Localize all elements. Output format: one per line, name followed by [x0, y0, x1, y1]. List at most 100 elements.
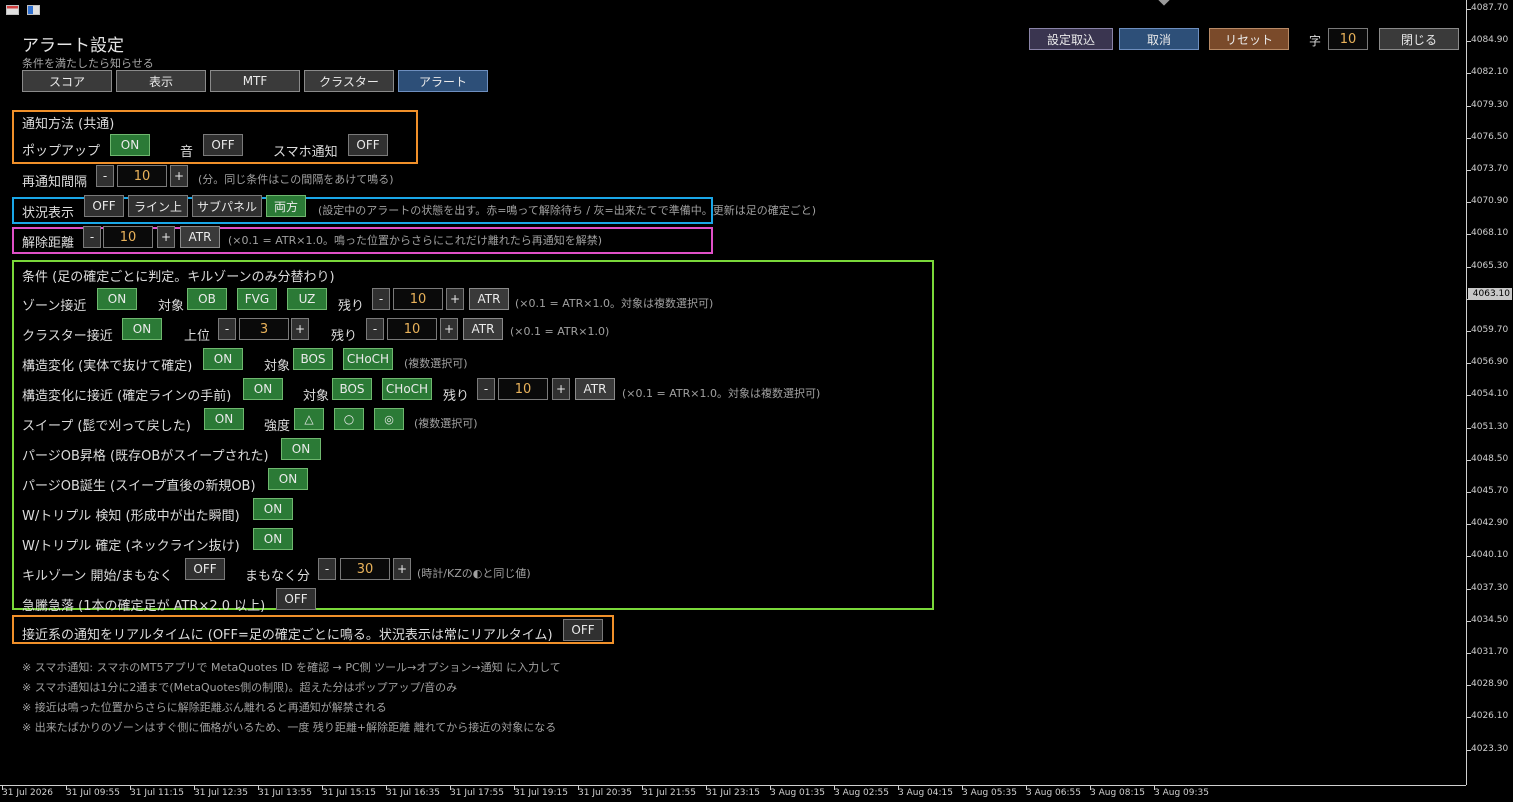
price-axis-label: 4054.10 [1471, 389, 1509, 400]
tab-display[interactable]: 表示 [116, 70, 206, 92]
time-axis-label: 31 Jul 21:55 [642, 788, 696, 798]
renotify-decrement-button[interactable]: - [96, 165, 114, 187]
notify-section-title: 通知方法 (共通) [22, 117, 115, 132]
cluster-top-decrement-button[interactable]: - [218, 318, 236, 340]
sound-toggle[interactable]: OFF [203, 134, 243, 156]
killzone-toggle[interactable]: OFF [185, 558, 225, 580]
structure-near-atr-button[interactable]: ATR [575, 378, 615, 400]
renotify-increment-button[interactable]: + [170, 165, 188, 187]
release-atr-button[interactable]: ATR [180, 226, 220, 248]
close-button[interactable]: 閉じる [1379, 28, 1459, 50]
structure-change-toggle[interactable]: ON [203, 348, 243, 370]
time-axis-label: 3 Aug 06:55 [1026, 788, 1081, 798]
killzone-soon-label: まもなく分 [245, 569, 311, 584]
popup-toggle[interactable]: ON [110, 134, 150, 156]
structure-near-input[interactable]: 10 [498, 378, 548, 400]
zone-remain-increment-button[interactable]: + [446, 288, 464, 310]
renotify-input[interactable]: 10 [117, 165, 167, 187]
sweep-strength-circle[interactable]: ○ [334, 408, 364, 430]
time-axis-label: 31 Jul 13:55 [258, 788, 312, 798]
conditions-section-frame [12, 260, 934, 610]
cancel-button[interactable]: 取消 [1119, 28, 1199, 50]
sweep-note: (複数選択可) [414, 417, 478, 430]
price-axis-label: 4045.70 [1471, 486, 1509, 496]
structure-near-decrement-button[interactable]: - [477, 378, 495, 400]
price-axis-label: 4073.70 [1471, 164, 1509, 174]
structure-near-toggle[interactable]: ON [243, 378, 283, 400]
w-triple-detect-toggle[interactable]: ON [253, 498, 293, 520]
killzone-label: キルゾーン 開始/まもなく [22, 569, 173, 584]
price-axis-label: 4048.50 [1471, 453, 1509, 464]
zone-remain-decrement-button[interactable]: - [372, 288, 390, 310]
cluster-atr-button[interactable]: ATR [463, 318, 503, 340]
price-axis[interactable]: 4087.70 4084.90 4082.10 4079.30 4076.50 4073.… [1466, 0, 1513, 785]
sweep-toggle[interactable]: ON [204, 408, 244, 430]
price-axis-label: 4087.70 [1471, 3, 1509, 13]
price-axis-label: 4070.90 [1471, 196, 1509, 207]
zone-approach-toggle[interactable]: ON [97, 288, 137, 310]
time-axis-label: 3 Aug 01:35 [770, 788, 825, 798]
surge-label: 急騰急落 (1本の確定足が ATR×2.0 以上) [22, 599, 266, 614]
renotify-note: (分。同じ条件はこの間隔をあけて鳴る) [198, 173, 394, 186]
price-axis-label: 4076.50 [1471, 131, 1509, 142]
structure-near-increment-button[interactable]: + [552, 378, 570, 400]
price-axis-label: 4082.10 [1471, 67, 1509, 78]
import-settings-button[interactable]: 設定取込 [1029, 28, 1113, 50]
popup-label: ポップアップ [22, 144, 101, 159]
w-triple-confirm-toggle[interactable]: ON [253, 528, 293, 550]
reset-button[interactable]: リセット [1209, 28, 1289, 50]
sweep-strength-double-circle[interactable]: ◎ [374, 408, 404, 430]
cluster-remain-input[interactable]: 10 [387, 318, 437, 340]
footnote-2: ※ スマホ通知は1分に2通まで(MetaQuotes側の制限)。超えた分はポップ… [22, 681, 458, 694]
zone-target-ob[interactable]: OB [187, 288, 227, 310]
release-decrement-button[interactable]: - [83, 226, 101, 248]
chart-properties-icon[interactable] [27, 5, 40, 15]
killzone-minutes-input[interactable]: 30 [340, 558, 390, 580]
cluster-top-increment-button[interactable]: + [291, 318, 309, 340]
purge-ob-promote-toggle[interactable]: ON [281, 438, 321, 460]
surge-toggle[interactable]: OFF [276, 588, 316, 610]
structure-near-remain-label: 残り [443, 389, 470, 404]
cluster-remain-decrement-button[interactable]: - [366, 318, 384, 340]
cluster-approach-toggle[interactable]: ON [122, 318, 162, 340]
time-axis-label: 3 Aug 05:35 [962, 788, 1017, 798]
phone-notify-toggle[interactable]: OFF [348, 134, 388, 156]
sweep-strength-triangle[interactable]: △ [294, 408, 324, 430]
release-distance-input[interactable]: 10 [103, 226, 153, 248]
structure-near-target-choch[interactable]: CHoCH [382, 378, 432, 400]
footnote-3: ※ 接近は鳴った位置からさらに解除距離ぶん離れると再通知が解禁される [22, 701, 387, 714]
zone-atr-button[interactable]: ATR [469, 288, 509, 310]
time-axis-label: 31 Jul 12:35 [194, 788, 248, 798]
zone-target-fvg[interactable]: FVG [237, 288, 277, 310]
realtime-toggle[interactable]: OFF [563, 619, 603, 641]
structure-target-choch[interactable]: CHoCH [343, 348, 393, 370]
price-axis-label: 4042.90 [1471, 518, 1509, 529]
status-display-label: 状況表示 [22, 206, 75, 221]
cluster-remain-increment-button[interactable]: + [440, 318, 458, 340]
structure-near-target-bos[interactable]: BOS [332, 378, 372, 400]
tab-mtf[interactable]: MTF [210, 70, 300, 92]
killzone-increment-button[interactable]: + [393, 558, 411, 580]
status-both-option[interactable]: 両方 [266, 195, 306, 217]
time-axis[interactable]: 31 Jul 2026 31 Jul 09:55 31 Jul 11:15 31 Ju… [0, 785, 1466, 802]
status-off-option[interactable]: OFF [84, 195, 124, 217]
tab-alert[interactable]: アラート [398, 70, 488, 92]
font-size-input[interactable]: 10 [1328, 28, 1368, 50]
zone-remain-input[interactable]: 10 [393, 288, 443, 310]
status-display-note: (設定中のアラートの状態を出す。赤=鳴って解除待ち / 灰=出来たてで準備中。更… [318, 204, 817, 217]
tab-score[interactable]: スコア [22, 70, 112, 92]
structure-target-bos[interactable]: BOS [293, 348, 333, 370]
zone-target-uz[interactable]: UZ [287, 288, 327, 310]
renotify-label: 再通知間隔 [22, 175, 88, 190]
cluster-top-input[interactable]: 3 [239, 318, 289, 340]
structure-change-label: 構造変化 (実体で抜けて確定) [22, 359, 193, 374]
purge-ob-new-toggle[interactable]: ON [268, 468, 308, 490]
killzone-decrement-button[interactable]: - [318, 558, 336, 580]
status-line-option[interactable]: ライン上 [128, 195, 188, 217]
chart-window-icon[interactable] [6, 5, 19, 15]
status-subpanel-option[interactable]: サブパネル [192, 195, 262, 217]
release-increment-button[interactable]: + [157, 226, 175, 248]
killzone-note: (時計/KZの◐と同じ値) [417, 567, 531, 580]
tab-cluster[interactable]: クラスター [304, 70, 394, 92]
structure-change-note: (複数選択可) [404, 357, 468, 370]
